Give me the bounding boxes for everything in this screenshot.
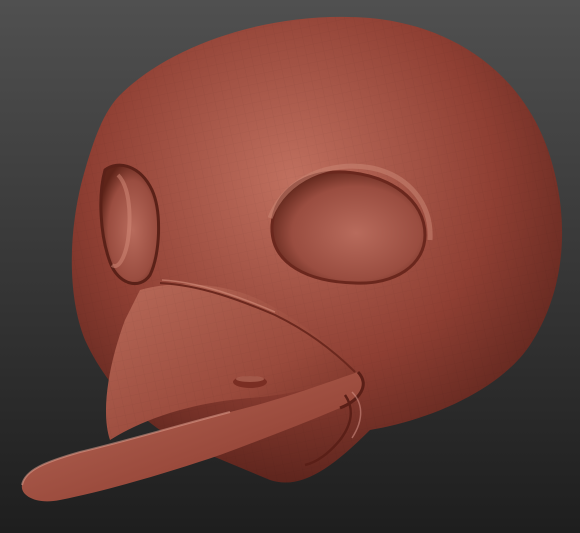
sculpt-model[interactable] bbox=[0, 0, 580, 533]
sculpt-viewport[interactable] bbox=[0, 0, 580, 533]
